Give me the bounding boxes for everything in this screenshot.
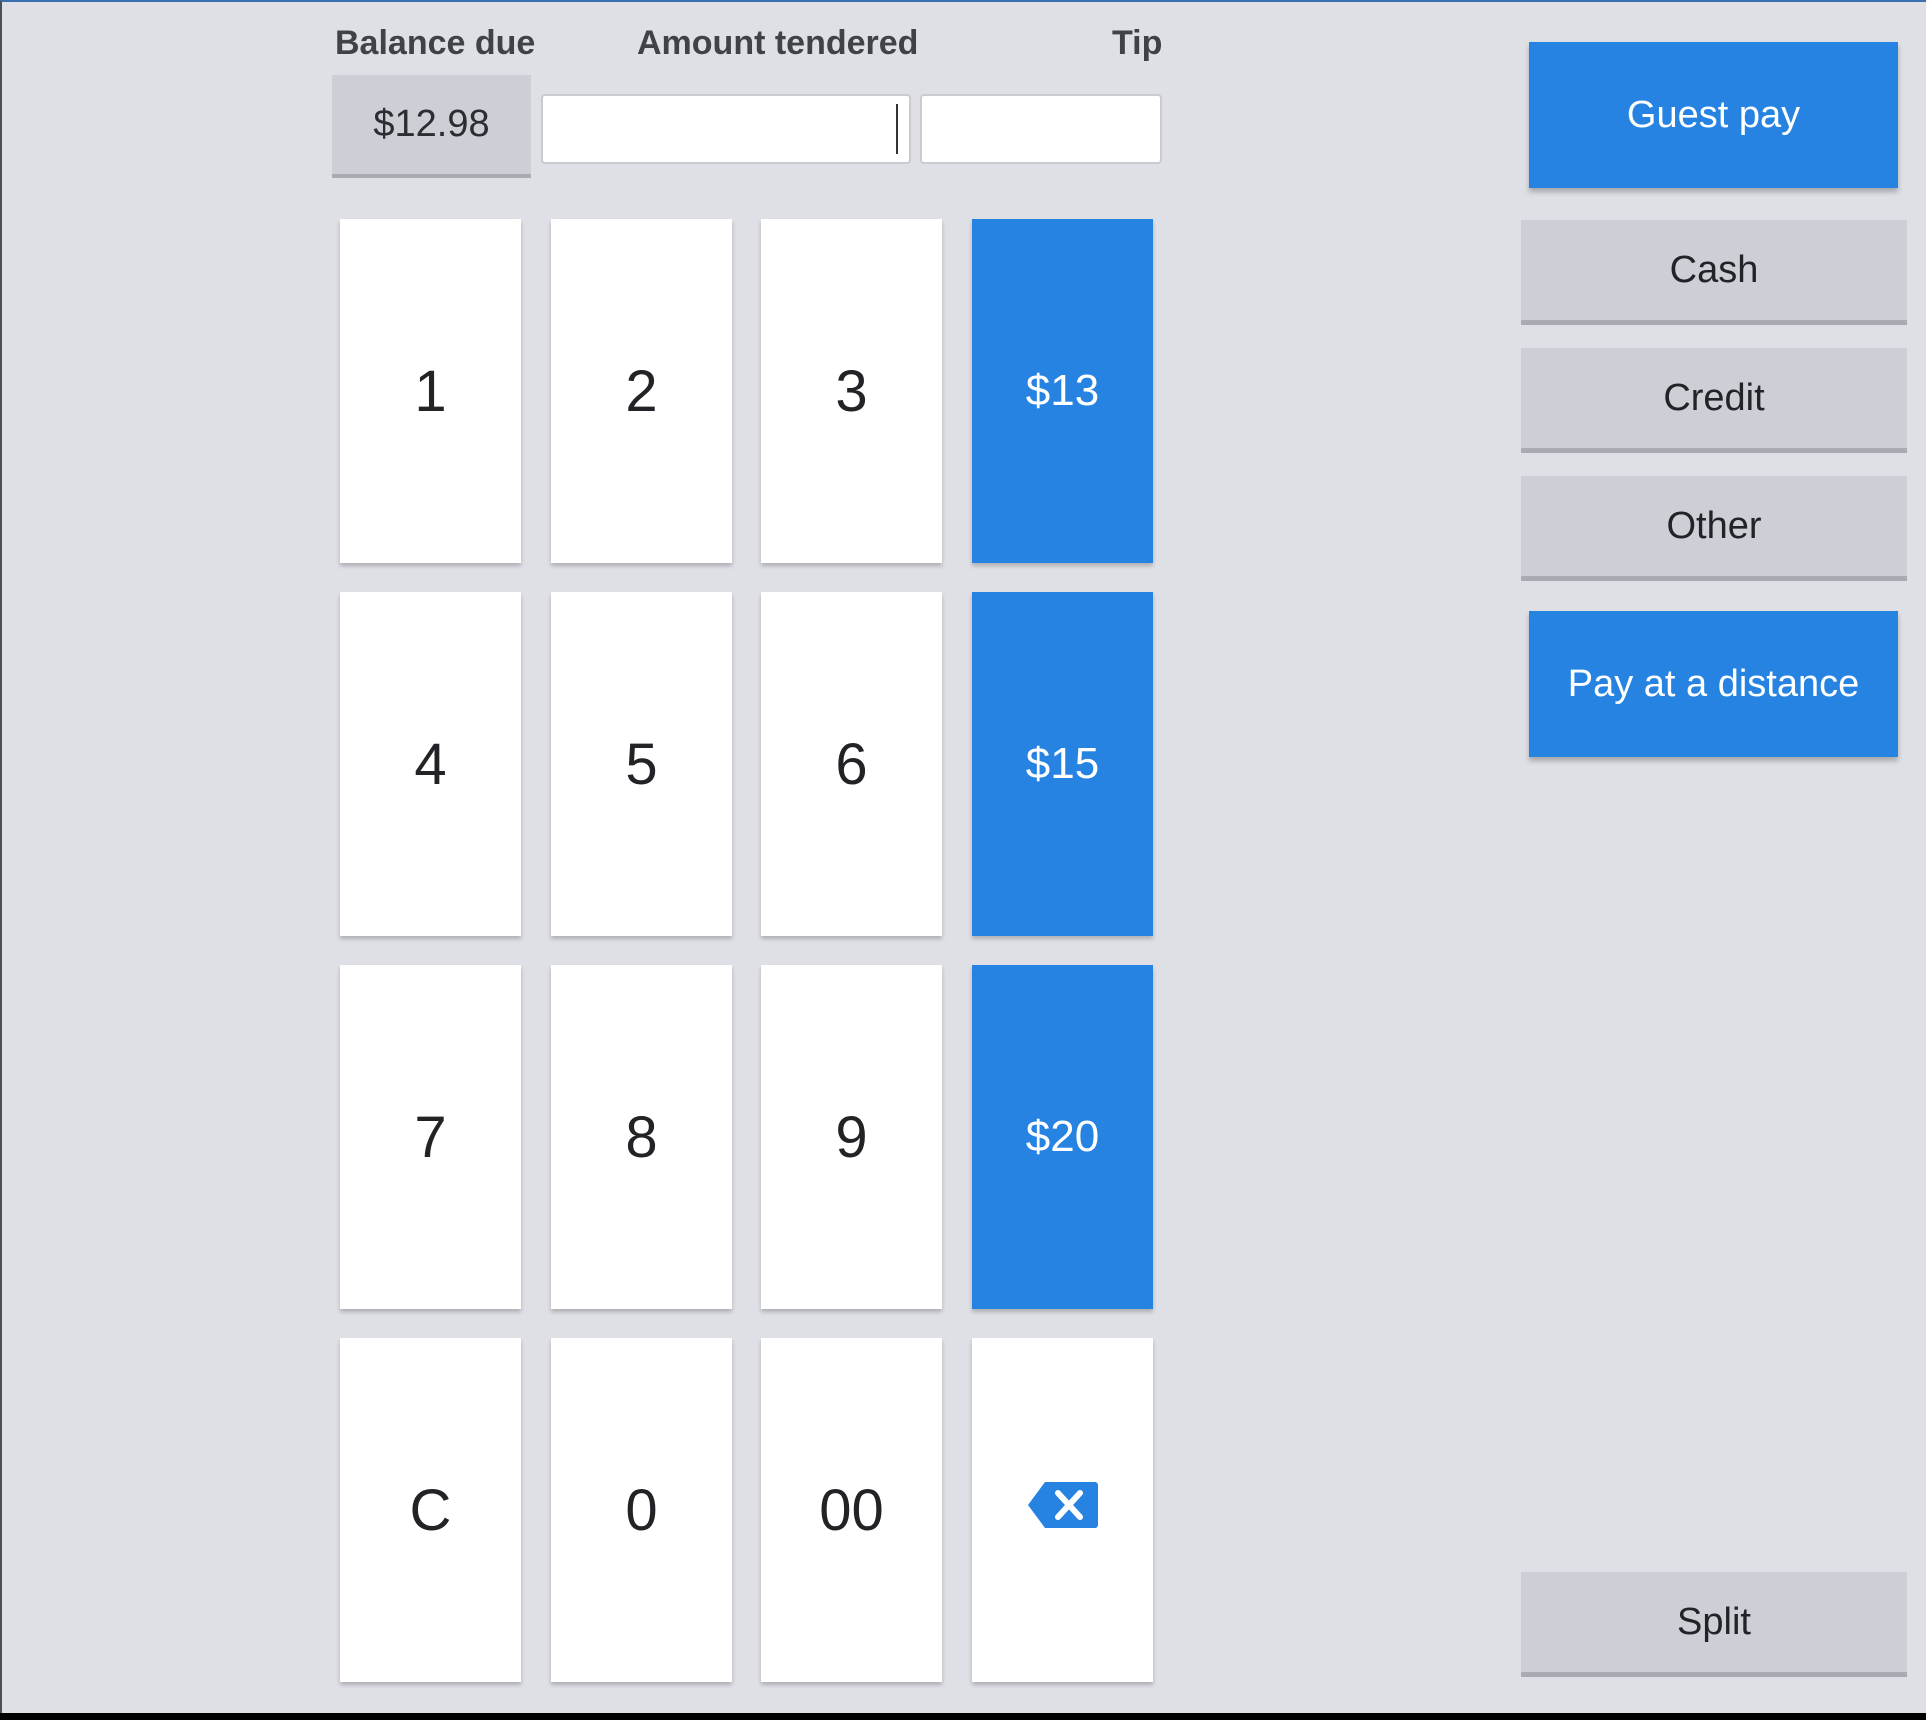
key-2[interactable]: 2 bbox=[551, 219, 732, 563]
key-6[interactable]: 6 bbox=[761, 592, 942, 936]
quick-amount-20-button[interactable]: $20 bbox=[972, 965, 1153, 1309]
payment-screen: Balance due Amount tendered Tip $12.98 1… bbox=[0, 0, 1926, 1713]
key-5[interactable]: 5 bbox=[551, 592, 732, 936]
balance-due-value: $12.98 bbox=[332, 75, 531, 178]
split-button[interactable]: Split bbox=[1521, 1572, 1907, 1677]
key-1[interactable]: 1 bbox=[340, 219, 521, 563]
key-8[interactable]: 8 bbox=[551, 965, 732, 1309]
key-0[interactable]: 0 bbox=[551, 1338, 732, 1682]
other-button[interactable]: Other bbox=[1521, 476, 1907, 581]
guest-pay-button[interactable]: Guest pay bbox=[1529, 42, 1898, 188]
backspace-icon bbox=[1027, 1477, 1099, 1544]
amount-tendered-label: Amount tendered bbox=[637, 24, 919, 62]
key-00[interactable]: 00 bbox=[761, 1338, 942, 1682]
key-9[interactable]: 9 bbox=[761, 965, 942, 1309]
key-4[interactable]: 4 bbox=[340, 592, 521, 936]
cash-button[interactable]: Cash bbox=[1521, 220, 1907, 325]
pay-at-a-distance-button[interactable]: Pay at a distance bbox=[1529, 611, 1898, 757]
backspace-button[interactable] bbox=[972, 1338, 1153, 1682]
key-clear[interactable]: C bbox=[340, 1338, 521, 1682]
amount-tendered-input[interactable] bbox=[541, 94, 911, 164]
tip-label: Tip bbox=[1112, 24, 1163, 62]
key-3[interactable]: 3 bbox=[761, 219, 942, 563]
credit-button[interactable]: Credit bbox=[1521, 348, 1907, 453]
quick-amount-13-button[interactable]: $13 bbox=[972, 219, 1153, 563]
tip-input[interactable] bbox=[920, 94, 1162, 164]
quick-amount-15-button[interactable]: $15 bbox=[972, 592, 1153, 936]
text-caret bbox=[896, 104, 898, 154]
balance-due-label: Balance due bbox=[335, 24, 536, 62]
key-7[interactable]: 7 bbox=[340, 965, 521, 1309]
balance-due-amount: $12.98 bbox=[373, 103, 490, 145]
